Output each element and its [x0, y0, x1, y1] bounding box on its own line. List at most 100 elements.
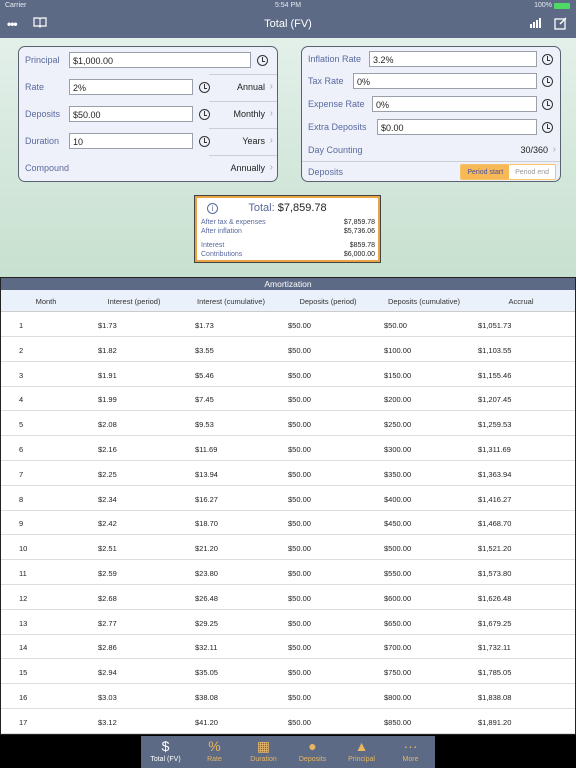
principal-history-icon[interactable]: [257, 55, 268, 66]
principal-input[interactable]: $1,000.00: [69, 52, 251, 68]
battery-icon: [554, 2, 570, 9]
day-counting-row[interactable]: Day Counting 30/360 ›: [302, 137, 560, 161]
table-row: 12 $2.68 $26.48 $50.00 $600.00 $1,626.48: [1, 585, 575, 610]
edit-icon[interactable]: [554, 17, 568, 33]
table-row: 10 $2.51 $21.20 $50.00 $500.00 $1,521.20: [1, 535, 575, 561]
extra-deposits-input[interactable]: $0.00: [377, 119, 537, 135]
piggy-bank-icon: ●: [308, 738, 317, 754]
table-cell: $1,051.73: [478, 321, 512, 330]
table-cell: $3.03: [98, 693, 117, 702]
column-header: Interest (period): [107, 297, 161, 306]
column-header: Deposits (period): [299, 297, 357, 306]
tab-more[interactable]: ··· More: [386, 736, 435, 768]
table-cell: $600.00: [384, 593, 412, 603]
table-row: 3 $1.91 $5.46 $50.00 $150.00 $1,155.46: [1, 362, 575, 387]
duration-unit-selector[interactable]: Years: [242, 136, 265, 146]
battery: 100%: [534, 2, 570, 9]
period-end-option[interactable]: Period end: [509, 165, 555, 179]
table-cell: $1,207.45: [478, 395, 512, 405]
table-cell: $500.00: [384, 544, 412, 554]
table-cell: $1,573.80: [478, 569, 512, 578]
table-cell: $150.00: [384, 370, 412, 380]
extra-deposits-history-icon[interactable]: [542, 122, 553, 133]
duration-history-icon[interactable]: [199, 136, 210, 147]
table-cell: $50.00: [288, 321, 311, 330]
table-row: 13 $2.77 $29.25 $50.00 $650.00 $1,679.25: [1, 610, 575, 635]
calendar-icon: ▦: [256, 738, 271, 754]
tax-input[interactable]: 0%: [353, 73, 537, 89]
expense-label: Expense Rate: [308, 99, 365, 109]
expense-input[interactable]: 0%: [372, 96, 537, 112]
tab-total-fv[interactable]: $ Total (FV): [141, 736, 190, 768]
duration-row: Duration 10 Years ›: [19, 128, 277, 155]
tab-label: More: [402, 756, 419, 763]
principal-icon: ▲: [354, 738, 369, 754]
battery-percent: 100%: [534, 2, 552, 9]
table-cell: $9.53: [195, 420, 214, 430]
deposits-input[interactable]: $50.00: [69, 106, 193, 122]
inflation-input[interactable]: 3.2%: [369, 51, 537, 67]
duration-input[interactable]: 10: [69, 133, 193, 149]
table-cell: 9: [19, 519, 24, 529]
tab-principal[interactable]: ▲ Principal: [337, 736, 386, 768]
rate-history-icon[interactable]: [199, 82, 210, 93]
amortization-table[interactable]: Amortization Month Interest (period) Inter…: [0, 277, 576, 735]
table-cell: $1,416.27: [478, 494, 512, 504]
table-row: 2 $1.82 $3.55 $50.00 $100.00 $1,103.55: [1, 337, 575, 362]
table-cell: $1.73: [195, 321, 214, 330]
table-cell: $750.00: [384, 668, 412, 678]
table-cell: $300.00: [384, 445, 412, 454]
rate-input[interactable]: 2%: [69, 79, 193, 95]
table-cell: 16: [19, 693, 28, 702]
table-row: 11 $2.59 $23.80 $50.00 $550.00 $1,573.80: [1, 560, 575, 585]
day-counting-value[interactable]: 30/360: [520, 145, 548, 155]
table-cell: $26.48: [195, 593, 218, 603]
deposits-history-icon[interactable]: [199, 109, 210, 120]
tab-rate[interactable]: % Rate: [190, 736, 239, 768]
chevron-right-icon: ›: [552, 144, 556, 155]
deposit-timing-label: Deposits: [308, 167, 344, 177]
column-header: Interest (cumulative): [197, 297, 265, 306]
table-cell: $41.20: [195, 717, 218, 727]
table-cell: $50.00: [288, 693, 311, 702]
table-cell: 7: [19, 469, 24, 479]
expense-history-icon[interactable]: [542, 99, 553, 110]
table-cell: $350.00: [384, 469, 412, 479]
inflation-history-icon[interactable]: [542, 54, 553, 65]
table-cell: 12: [19, 593, 28, 603]
deposits-row: Deposits $50.00 Monthly ›: [19, 101, 277, 128]
deposits-frequency-selector[interactable]: Monthly: [233, 109, 265, 119]
table-cell: $1.73: [98, 321, 117, 330]
table-cell: 5: [19, 420, 24, 430]
tab-deposits[interactable]: ● Deposits: [288, 736, 337, 768]
inflation-label: Inflation Rate: [308, 54, 362, 64]
table-cell: $50.00: [288, 370, 311, 380]
tab-duration[interactable]: ▦ Duration: [239, 736, 288, 768]
table-cell: $50.00: [288, 494, 311, 504]
table-cell: $50.00: [288, 519, 311, 529]
table-cell: $700.00: [384, 643, 412, 653]
table-cell: $11.69: [195, 445, 218, 454]
table-cell: $3.55: [195, 345, 214, 355]
table-cell: $400.00: [384, 494, 412, 504]
period-start-option[interactable]: Period start: [461, 165, 510, 179]
compound-value[interactable]: Annually: [230, 163, 265, 173]
contributions-label: Contributions: [201, 251, 243, 258]
compound-row[interactable]: Compound Annually ›: [19, 155, 277, 181]
table-row: 17 $3.12 $41.20 $50.00 $850.00 $1,891.20: [1, 709, 575, 734]
rate-label: Rate: [25, 82, 45, 92]
table-cell: $650.00: [384, 618, 412, 628]
chart-icon[interactable]: [530, 17, 542, 31]
rate-unit-selector[interactable]: Annual: [237, 82, 265, 92]
table-row: 14 $2.86 $32.11 $50.00 $700.00 $1,732.11: [1, 634, 575, 660]
table-cell: $450.00: [384, 519, 412, 529]
table-cell: $35.05: [195, 668, 218, 678]
amortization-title: Amortization: [1, 278, 575, 290]
compound-label: Compound: [25, 163, 70, 173]
more-icon: ···: [403, 738, 418, 754]
deposits-label: Deposits: [25, 109, 61, 119]
tax-history-icon[interactable]: [542, 76, 553, 87]
table-cell: $2.59: [98, 569, 117, 578]
chevron-right-icon: ›: [269, 162, 273, 173]
duration-label: Duration: [25, 136, 60, 146]
